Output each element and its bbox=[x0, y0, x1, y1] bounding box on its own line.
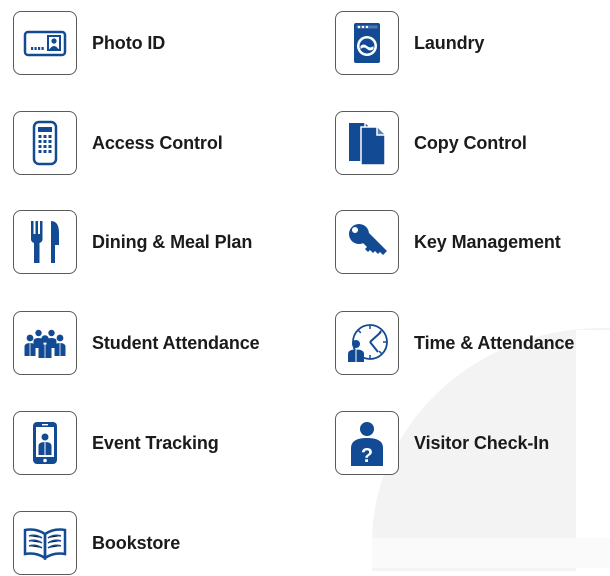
service-label: Time & Attendance bbox=[414, 332, 575, 353]
service-label: Bookstore bbox=[92, 532, 181, 553]
service-label: Photo ID bbox=[92, 32, 166, 53]
service-label: Dining & Meal Plan bbox=[92, 231, 253, 252]
background-band bbox=[372, 538, 610, 568]
service-label: Visitor Check-In bbox=[414, 432, 550, 453]
background-strip bbox=[576, 330, 610, 571]
service-laundry[interactable]: Laundry bbox=[335, 10, 484, 76]
visitor-question-icon: ? bbox=[335, 411, 399, 475]
student-group-icon bbox=[13, 311, 77, 375]
service-label: Access Control bbox=[92, 132, 223, 153]
key-icon bbox=[335, 210, 399, 274]
keypad-reader-icon bbox=[13, 111, 77, 175]
washing-machine-icon bbox=[335, 11, 399, 75]
person-clock-icon bbox=[335, 311, 399, 375]
fork-knife-icon bbox=[13, 210, 77, 274]
service-label: Copy Control bbox=[414, 132, 527, 153]
service-access-control[interactable]: Access Control bbox=[13, 110, 223, 176]
photo-id-card-icon bbox=[13, 11, 77, 75]
service-label: Student Attendance bbox=[92, 332, 260, 353]
service-label: Key Management bbox=[414, 231, 561, 252]
service-photo-id[interactable]: Photo ID bbox=[13, 10, 165, 76]
service-bookstore[interactable]: Bookstore bbox=[13, 510, 180, 576]
service-label: Event Tracking bbox=[92, 432, 219, 453]
service-visitor-check-in[interactable]: ? Visitor Check-In bbox=[335, 410, 549, 476]
svg-text:?: ? bbox=[361, 445, 373, 466]
service-student-attendance[interactable]: Student Attendance bbox=[13, 310, 260, 376]
service-time-attendance[interactable]: Time & Attendance bbox=[335, 310, 574, 376]
documents-icon bbox=[335, 111, 399, 175]
phone-person-icon bbox=[13, 411, 77, 475]
service-label: Laundry bbox=[414, 32, 485, 53]
service-key-management[interactable]: Key Management bbox=[335, 209, 561, 275]
open-book-icon bbox=[13, 511, 77, 575]
service-copy-control[interactable]: Copy Control bbox=[335, 110, 527, 176]
service-event-tracking[interactable]: Event Tracking bbox=[13, 410, 219, 476]
service-dining-meal-plan[interactable]: Dining & Meal Plan bbox=[13, 209, 252, 275]
